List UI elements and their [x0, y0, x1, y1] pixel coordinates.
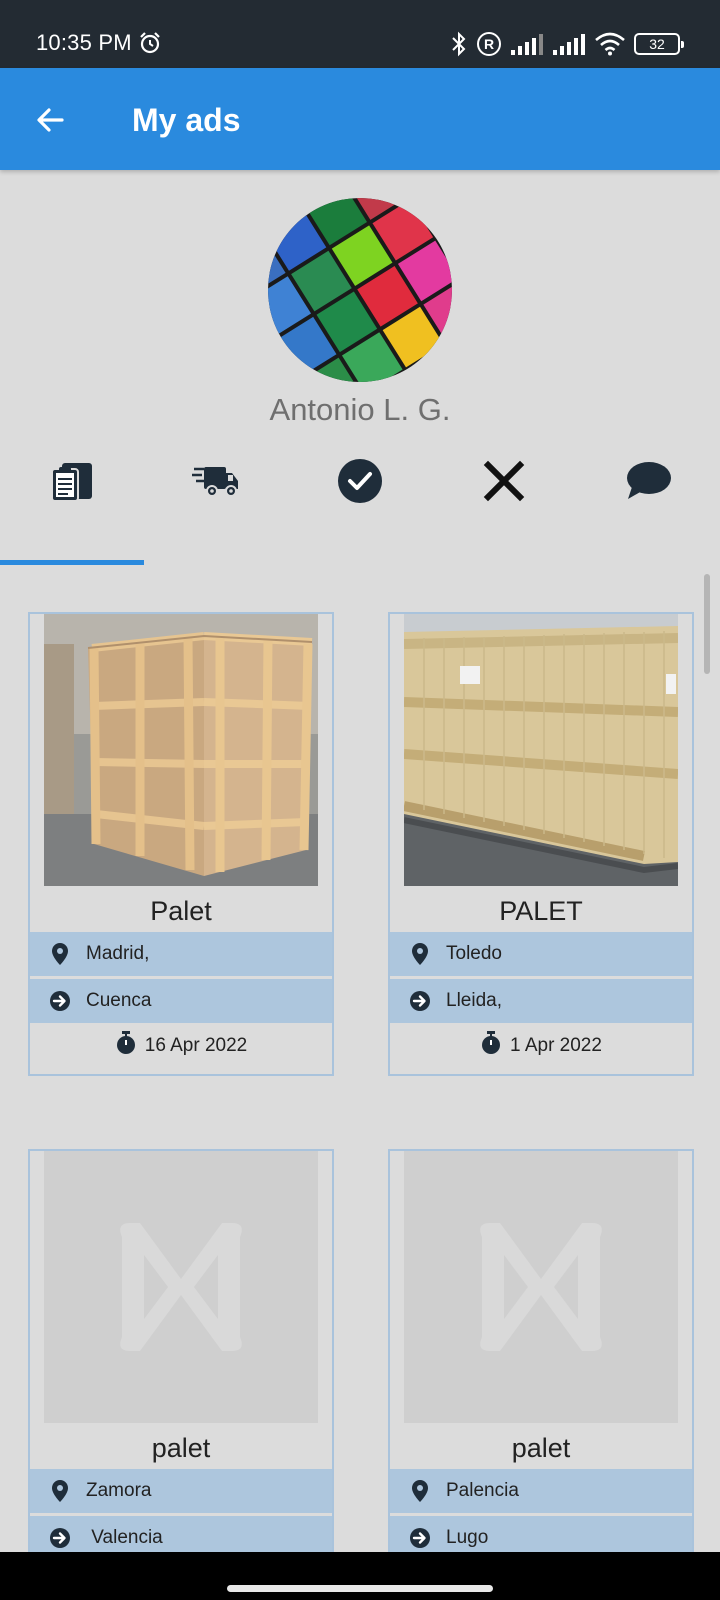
stopwatch-icon [115, 1031, 137, 1061]
ad-card[interactable]: PALET Toledo Lleida, 1 Apr 2022 [388, 612, 694, 1076]
map-pin-icon [408, 1479, 432, 1503]
ad-card[interactable]: palet Zamora Valencia [28, 1149, 334, 1552]
ad-card[interactable]: Palet Madrid, Cuenca 16 Apr 2022 [28, 612, 334, 1076]
status-bar: 10:35 PM R 32 [0, 0, 720, 68]
map-pin-icon [48, 942, 72, 966]
map-pin-icon [408, 942, 432, 966]
ad-origin-text: Madrid, [86, 943, 150, 964]
ad-origin-text: Palencia [446, 1480, 519, 1501]
arrow-right-circle-icon [48, 1526, 72, 1550]
tab-completed[interactable] [288, 445, 432, 555]
profile-name: Antonio L. G. [269, 392, 451, 427]
arrow-left-icon [37, 108, 64, 132]
system-nav-bar [0, 1552, 720, 1600]
ad-destination: Valencia [30, 1516, 332, 1552]
ad-date: 16 Apr 2022 [30, 1024, 332, 1068]
back-button[interactable] [28, 98, 72, 142]
tab-indicator [0, 560, 144, 565]
ad-title: palet [511, 1433, 571, 1463]
ad-title: PALET [499, 896, 583, 926]
signal-icon [511, 34, 543, 55]
documents-icon [51, 463, 92, 502]
ad-image [44, 1151, 318, 1423]
tab-transport[interactable] [144, 445, 288, 555]
placeholder-logo [404, 1151, 678, 1423]
tab-ads[interactable] [0, 445, 144, 555]
ad-origin: Toledo [390, 932, 692, 976]
placeholder-logo [44, 1151, 318, 1423]
ad-date-text: 1 Apr 2022 [510, 1035, 602, 1056]
stopwatch-icon [480, 1031, 502, 1061]
map-pin-icon [48, 1479, 72, 1503]
chat-icon [627, 462, 671, 499]
ad-image [404, 614, 678, 886]
arrow-right-circle-icon [408, 989, 432, 1013]
ad-destination-text: Lleida, [446, 990, 502, 1011]
ad-destination-text: Cuenca [86, 990, 152, 1011]
avatar-image [268, 198, 452, 382]
tab-cancelled[interactable] [432, 445, 576, 555]
ad-origin-text: Toledo [446, 943, 502, 964]
ad-card[interactable]: palet Palencia Lugo [388, 1149, 694, 1552]
ad-destination-text: Valencia [86, 1527, 163, 1548]
ad-origin-text: Zamora [86, 1480, 152, 1501]
ad-destination: Lugo [390, 1516, 692, 1552]
battery-icon: 32 [634, 33, 684, 55]
wooden-crate-photo [44, 614, 318, 886]
page-title: My ads [132, 102, 241, 138]
check-circle-icon [338, 459, 382, 503]
home-indicator[interactable] [227, 1585, 493, 1592]
ad-image [44, 614, 318, 886]
close-icon [483, 460, 525, 502]
wifi-icon [595, 32, 625, 56]
ad-date-text: 16 Apr 2022 [144, 1035, 248, 1056]
truck-icon [192, 467, 238, 497]
battery-level: 32 [649, 36, 665, 52]
arrow-right-circle-icon [48, 989, 72, 1013]
ad-title: Palet [150, 896, 212, 926]
ad-destination: Cuenca [30, 979, 332, 1023]
avatar[interactable] [268, 198, 452, 382]
scrollbar[interactable] [704, 574, 710, 674]
wooden-crate-photo [404, 614, 678, 886]
ad-title: palet [151, 1433, 211, 1463]
tab-messages[interactable] [576, 445, 720, 555]
status-time: 10:35 PM [36, 30, 132, 55]
ad-origin: Zamora [30, 1469, 332, 1513]
ad-origin: Madrid, [30, 932, 332, 976]
tab-bar [0, 445, 720, 565]
status-icons: R 32 [450, 30, 684, 58]
ad-date: 1 Apr 2022 [390, 1024, 692, 1068]
bluetooth-icon [452, 31, 466, 57]
signal-icon [553, 34, 585, 55]
app-bar: My ads [0, 68, 720, 170]
arrow-right-circle-icon [408, 1526, 432, 1550]
alarm-icon [140, 32, 160, 54]
registered-icon: R [477, 32, 501, 56]
ad-destination: Lleida, [390, 979, 692, 1023]
ad-destination-text: Lugo [446, 1527, 489, 1548]
ad-image [404, 1151, 678, 1423]
ad-origin: Palencia [390, 1469, 692, 1513]
svg-text:R: R [484, 36, 494, 52]
